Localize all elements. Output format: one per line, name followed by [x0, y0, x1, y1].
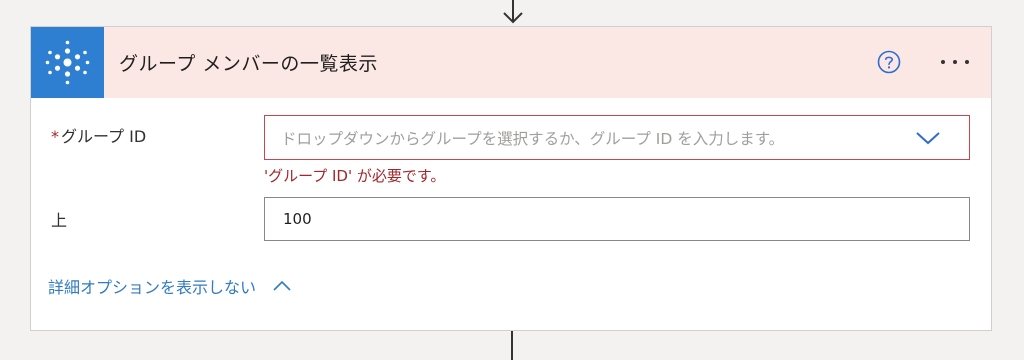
group-id-label-text: グループ ID	[61, 127, 147, 146]
chevron-down-icon[interactable]	[915, 130, 941, 146]
action-card: グループ メンバーの一覧表示 * グループ ID ドロップダウンからグループを選択…	[30, 26, 992, 331]
required-marker: *	[51, 127, 59, 146]
connector-line	[511, 331, 513, 360]
top-label: 上	[51, 211, 68, 230]
card-title: グループ メンバーの一覧表示	[119, 53, 378, 75]
group-id-error: 'グループ ID' が必要です。	[264, 167, 446, 185]
card-header[interactable]: グループ メンバーの一覧表示	[31, 27, 991, 98]
top-input[interactable]	[264, 197, 970, 241]
group-id-dropdown[interactable]: ドロップダウンからグループを選択するか、グループ ID を入力します。	[264, 115, 970, 160]
more-horizontal-icon[interactable]	[937, 50, 973, 74]
help-circle-icon[interactable]	[877, 50, 901, 74]
group-id-placeholder: ドロップダウンからグループを選択するか、グループ ID を入力します。	[281, 130, 785, 148]
arrow-down-icon	[503, 0, 523, 24]
chevron-up-icon	[273, 281, 291, 291]
office365-groups-icon	[31, 27, 104, 98]
hide-advanced-options-link[interactable]: 詳細オプションを表示しない	[48, 274, 291, 298]
advanced-options-label: 詳細オプションを表示しない	[48, 278, 257, 297]
group-id-label: * グループ ID	[51, 123, 146, 147]
